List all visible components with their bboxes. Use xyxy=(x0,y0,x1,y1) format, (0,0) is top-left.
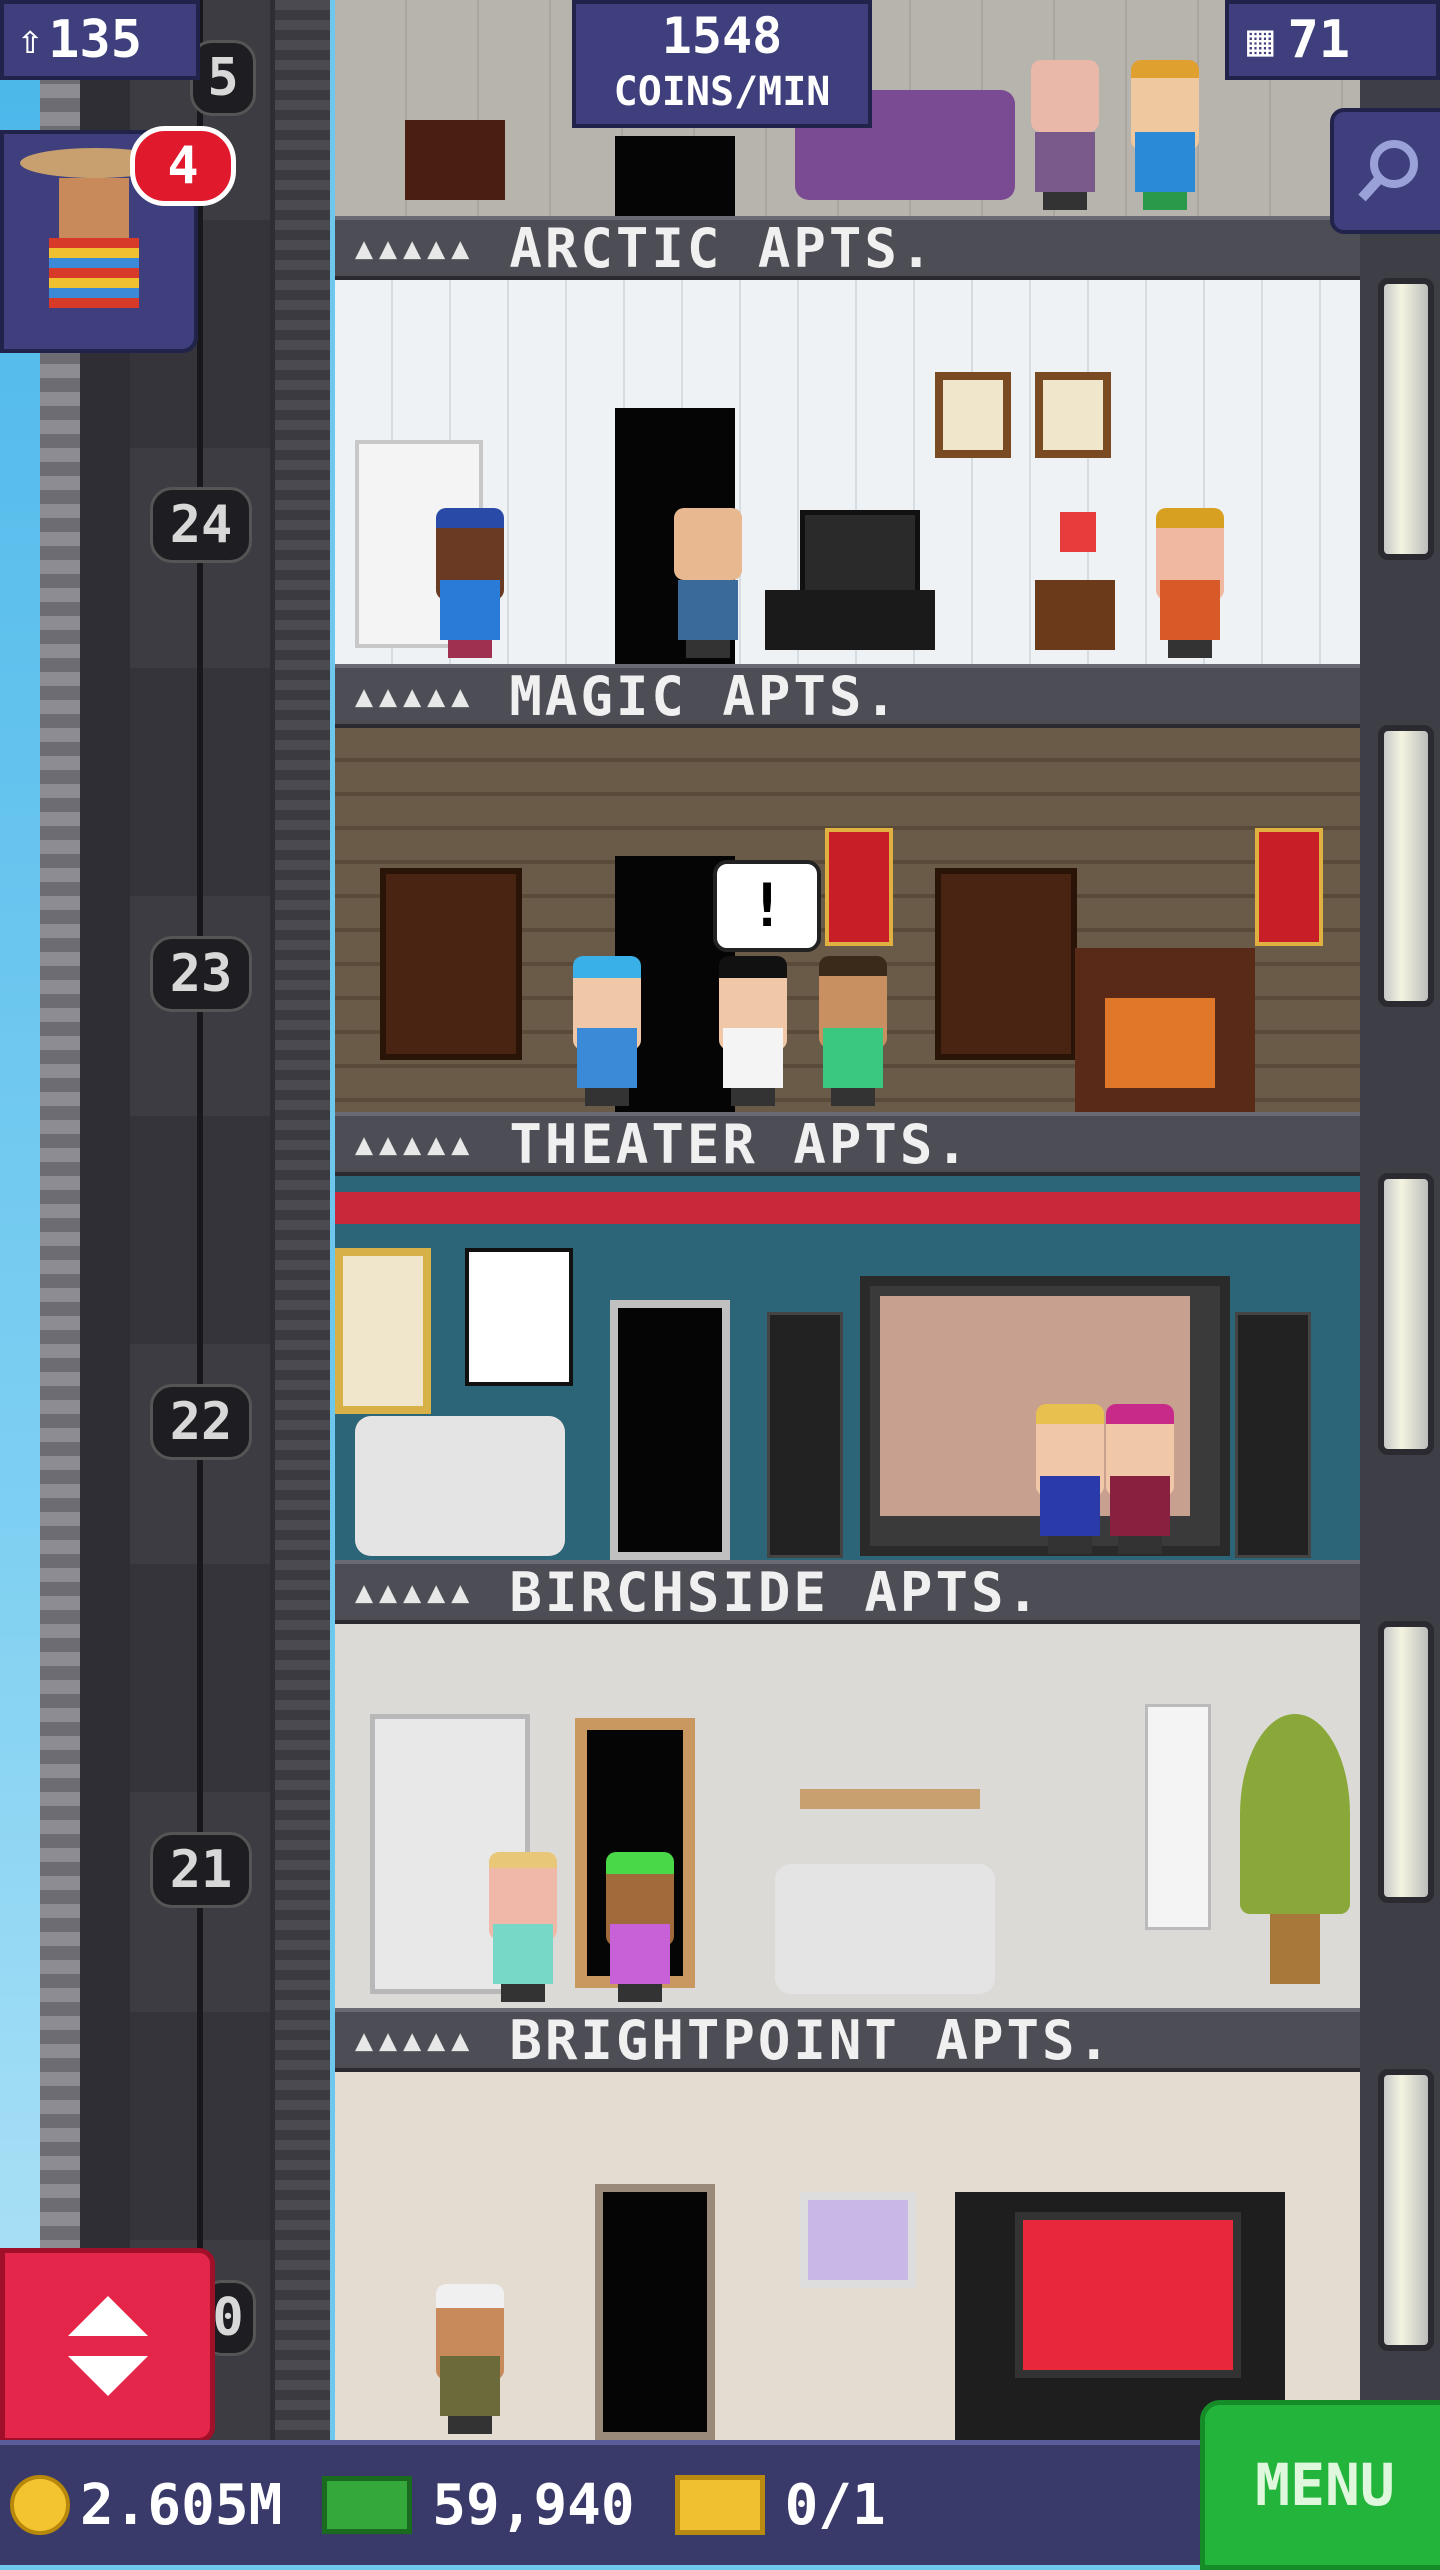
room-brightpoint[interactable] xyxy=(335,2072,1360,2440)
resident-blonde-theater[interactable] xyxy=(1030,1404,1110,1554)
tv-screen xyxy=(1015,2212,1241,2378)
sofa xyxy=(355,1416,565,1556)
shaft-right-rail xyxy=(275,0,330,2440)
resident-mint[interactable] xyxy=(483,1852,563,2002)
door xyxy=(610,1300,730,1560)
resident-bearded[interactable] xyxy=(668,508,748,658)
elevator-cable xyxy=(197,0,203,2440)
coin-icon xyxy=(10,2475,70,2535)
edge-window xyxy=(1378,2069,1434,2351)
floor-header-birchside[interactable]: ▲▲▲▲▲ BIRCHSIDE APTS. xyxy=(335,1560,1360,1624)
lamp xyxy=(1060,512,1096,552)
resident-blue-hair[interactable] xyxy=(567,956,647,1106)
up-down-arrows-icon xyxy=(67,2295,148,2396)
resident-green-hair[interactable] xyxy=(600,1852,680,2002)
banner xyxy=(1255,828,1323,946)
coins-value[interactable]: 2.605M xyxy=(80,2473,282,2538)
floor-header-arctic[interactable]: ▲▲▲▲▲ ARCTIC APTS. xyxy=(335,216,1360,280)
floor-name: BRIGHTPOINT APTS. xyxy=(509,2008,1113,2072)
edge-window xyxy=(1378,1173,1434,1455)
edge-window xyxy=(1378,278,1434,560)
population-counter[interactable]: ⇧ 135 xyxy=(0,0,200,80)
floor-number-24: 24 xyxy=(150,487,252,563)
shelf xyxy=(800,1789,980,1809)
floor-number-22: 22 xyxy=(150,1384,252,1460)
elevator-button[interactable] xyxy=(0,2248,215,2443)
magnifier-icon xyxy=(1358,140,1418,202)
population-value: 135 xyxy=(48,10,143,70)
room-birchside[interactable] xyxy=(335,1624,1360,2008)
edge-window xyxy=(1378,1621,1434,1903)
resident-turban[interactable] xyxy=(430,2284,510,2434)
banner xyxy=(825,828,893,946)
floor-stars: ▲▲▲▲▲ xyxy=(355,1574,476,1610)
visitor-count-badge: 4 xyxy=(130,126,236,206)
tv-stand xyxy=(765,590,935,650)
picture-frame xyxy=(935,372,1011,458)
floor-stars: ▲▲▲▲▲ xyxy=(355,1126,476,1162)
picture-frame xyxy=(1035,372,1111,458)
floor-header-magic[interactable]: ▲▲▲▲▲ MAGIC APTS. xyxy=(335,664,1360,728)
tv-screen xyxy=(800,510,920,600)
floor-header-brightpoint[interactable]: ▲▲▲▲▲ BRIGHTPOINT APTS. xyxy=(335,2008,1360,2072)
door xyxy=(615,136,735,216)
side-table xyxy=(1035,580,1115,650)
floor-name: ARCTIC APTS. xyxy=(509,216,936,280)
speech-bubble[interactable]: ! xyxy=(713,860,821,952)
resident-old-man[interactable] xyxy=(1025,60,1105,210)
resident-hat[interactable] xyxy=(1150,508,1230,658)
resident-sunglasses[interactable] xyxy=(713,956,793,1106)
coins-per-min-label: COINS/MIN xyxy=(613,69,831,115)
room-arctic[interactable] xyxy=(335,280,1360,664)
plant xyxy=(1240,1714,1350,1914)
floor-name: BIRCHSIDE APTS. xyxy=(509,1560,1042,1624)
visitor-poncho xyxy=(49,238,139,308)
room-theater[interactable] xyxy=(335,1176,1360,1560)
fire xyxy=(1105,998,1215,1088)
speaker-right xyxy=(1235,1312,1311,1558)
poster xyxy=(335,1248,431,1414)
shutter xyxy=(1145,1704,1211,1930)
red-rail xyxy=(335,1192,1360,1224)
shaft-left-rail xyxy=(40,0,80,2440)
floor-stars: ▲▲▲▲▲ xyxy=(355,678,476,714)
coins-per-min-value: 1548 xyxy=(661,7,783,65)
poster xyxy=(465,1248,573,1386)
edge-window xyxy=(1378,725,1434,1007)
ticket-icon xyxy=(674,2475,765,2535)
person-up-icon: ⇧ xyxy=(18,17,43,63)
floor-name: MAGIC APTS. xyxy=(509,664,900,728)
floor-count-value: 71 xyxy=(1287,10,1351,70)
plant-pot xyxy=(1270,1914,1320,1984)
visitor-face xyxy=(59,178,129,238)
floor-stars: ▲▲▲▲▲ xyxy=(355,2022,476,2058)
banknote-icon xyxy=(322,2476,413,2534)
menu-button[interactable]: MENU xyxy=(1200,2400,1440,2570)
resident-cap[interactable] xyxy=(430,508,510,658)
resident-blonde[interactable] xyxy=(1125,60,1205,210)
room-magic[interactable]: ! xyxy=(335,728,1360,1112)
resident-pink-hat[interactable] xyxy=(1100,1404,1180,1554)
picture-frame xyxy=(800,2192,916,2288)
floor-counter[interactable]: ▦ 71 xyxy=(1225,0,1440,80)
floor-stars: ▲▲▲▲▲ xyxy=(355,230,476,266)
building-icon: ▦ xyxy=(1247,14,1274,66)
speaker-left xyxy=(767,1312,843,1558)
bookshelf xyxy=(380,868,522,1060)
sofa xyxy=(775,1864,995,1994)
coins-per-min-panel: 1548 COINS/MIN xyxy=(572,0,872,128)
floor-header-theater[interactable]: ▲▲▲▲▲ THEATER APTS. xyxy=(335,1112,1360,1176)
floor-number-21: 21 xyxy=(150,1832,252,1908)
resident-green[interactable] xyxy=(813,956,893,1106)
table xyxy=(405,120,505,200)
floor-name: THEATER APTS. xyxy=(509,1112,971,1176)
door xyxy=(595,2184,715,2440)
bookshelf xyxy=(935,868,1077,1060)
floor-number-23: 23 xyxy=(150,936,252,1012)
search-button[interactable] xyxy=(1330,108,1440,234)
bux-value[interactable]: 59,940 xyxy=(432,2473,634,2538)
tickets-value[interactable]: 0/1 xyxy=(785,2473,886,2538)
